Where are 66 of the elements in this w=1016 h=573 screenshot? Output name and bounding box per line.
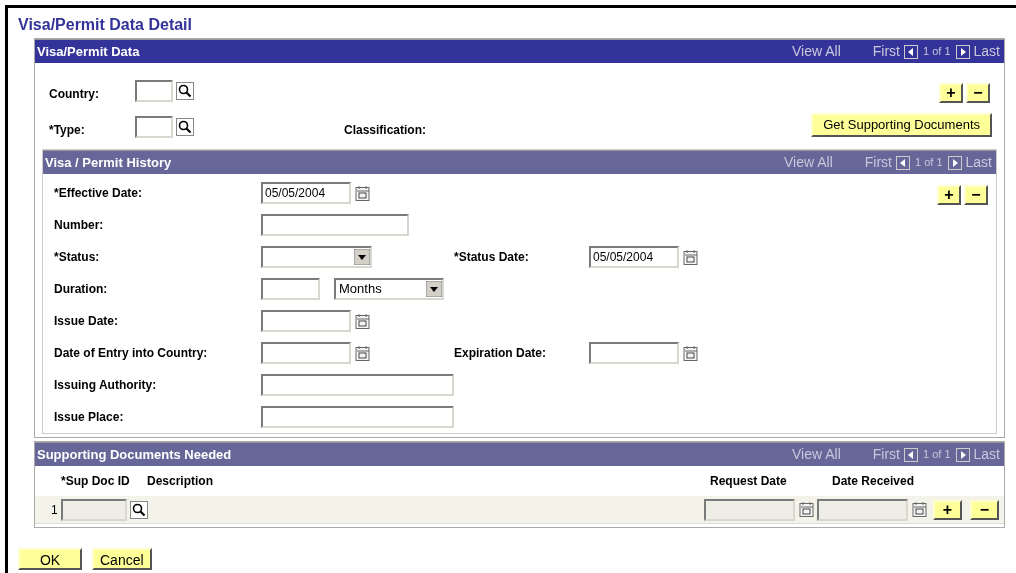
search-icon[interactable] bbox=[176, 82, 194, 100]
field-label: Classification: bbox=[344, 122, 427, 139]
dropdown[interactable] bbox=[261, 246, 372, 268]
page-count: 1 of 1 bbox=[915, 155, 943, 171]
calendar-icon[interactable] bbox=[355, 184, 371, 202]
field-label: Issue Place: bbox=[54, 409, 125, 426]
input-field[interactable] bbox=[135, 116, 173, 138]
first-link[interactable]: First bbox=[872, 41, 900, 62]
search-icon[interactable] bbox=[130, 500, 148, 519]
dropdown[interactable]: Months bbox=[334, 278, 444, 300]
calendar-icon[interactable] bbox=[799, 501, 815, 518]
column-header: Description bbox=[147, 473, 214, 490]
column-header: Date Received bbox=[832, 473, 916, 490]
field-label: Date of Entry into Country: bbox=[54, 345, 209, 362]
add-row-button[interactable]: + bbox=[937, 185, 961, 205]
field-label: *Type: bbox=[49, 122, 86, 139]
field-label: Expiration Date: bbox=[454, 345, 547, 362]
calendar-icon[interactable] bbox=[683, 344, 699, 362]
input-field[interactable] bbox=[135, 80, 173, 102]
page-title: Visa/Permit Data Detail bbox=[18, 15, 193, 35]
field-label: Issuing Authority: bbox=[54, 377, 158, 394]
previous-icon[interactable] bbox=[904, 44, 918, 59]
column-header: Request Date bbox=[710, 473, 788, 490]
delete-row-button[interactable]: − bbox=[966, 83, 990, 103]
next-icon[interactable] bbox=[955, 44, 970, 59]
previous-icon[interactable] bbox=[896, 155, 910, 170]
input-field[interactable] bbox=[261, 214, 409, 236]
calendar-icon[interactable] bbox=[912, 501, 928, 518]
cancel-button[interactable]: Cancel bbox=[92, 548, 152, 570]
calendar-icon[interactable] bbox=[683, 248, 699, 266]
input-field[interactable] bbox=[589, 342, 679, 364]
section-title: Visa/Permit Data bbox=[36, 42, 141, 61]
get-supporting-documents-button[interactable]: Get Supporting Documents bbox=[811, 113, 992, 137]
add-row-button[interactable]: + bbox=[939, 83, 963, 103]
column-header: *Sup Doc ID bbox=[61, 473, 131, 490]
calendar-icon[interactable] bbox=[355, 344, 371, 362]
field-label: Country: bbox=[49, 86, 100, 103]
input-field[interactable]: 05/05/2004 bbox=[589, 246, 679, 268]
input-field[interactable] bbox=[261, 406, 454, 428]
input-field[interactable] bbox=[261, 374, 454, 396]
input-field[interactable] bbox=[261, 278, 320, 300]
field-label: *Status: bbox=[54, 249, 101, 266]
last-link[interactable]: Last bbox=[973, 41, 1000, 62]
section-title: Supporting Documents Needed bbox=[36, 445, 233, 464]
field-label: Duration: bbox=[54, 281, 109, 298]
delete-row-button[interactable]: − bbox=[964, 185, 988, 205]
next-icon[interactable] bbox=[947, 155, 962, 170]
dropdown-arrow-icon[interactable] bbox=[426, 281, 442, 297]
field-label: Number: bbox=[54, 217, 105, 234]
next-icon[interactable] bbox=[955, 447, 970, 462]
view-all-link[interactable]: View All bbox=[792, 41, 841, 62]
ok-button[interactable]: OK bbox=[18, 548, 82, 570]
field-label: *Effective Date: bbox=[54, 185, 144, 202]
field-label: Issue Date: bbox=[54, 313, 120, 330]
page-count: 1 of 1 bbox=[923, 44, 951, 60]
section-title: Visa / Permit History bbox=[44, 153, 173, 172]
field-label: *Status Date: bbox=[454, 249, 530, 266]
input-field[interactable]: 05/05/2004 bbox=[261, 182, 351, 204]
row-number: 1 bbox=[51, 501, 59, 519]
input-field[interactable] bbox=[261, 342, 351, 364]
input-field[interactable] bbox=[261, 310, 351, 332]
calendar-icon[interactable] bbox=[355, 312, 371, 330]
search-icon[interactable] bbox=[176, 118, 194, 136]
dropdown-arrow-icon[interactable] bbox=[354, 249, 370, 265]
previous-icon[interactable] bbox=[904, 447, 918, 462]
page-count: 1 of 1 bbox=[923, 447, 951, 463]
